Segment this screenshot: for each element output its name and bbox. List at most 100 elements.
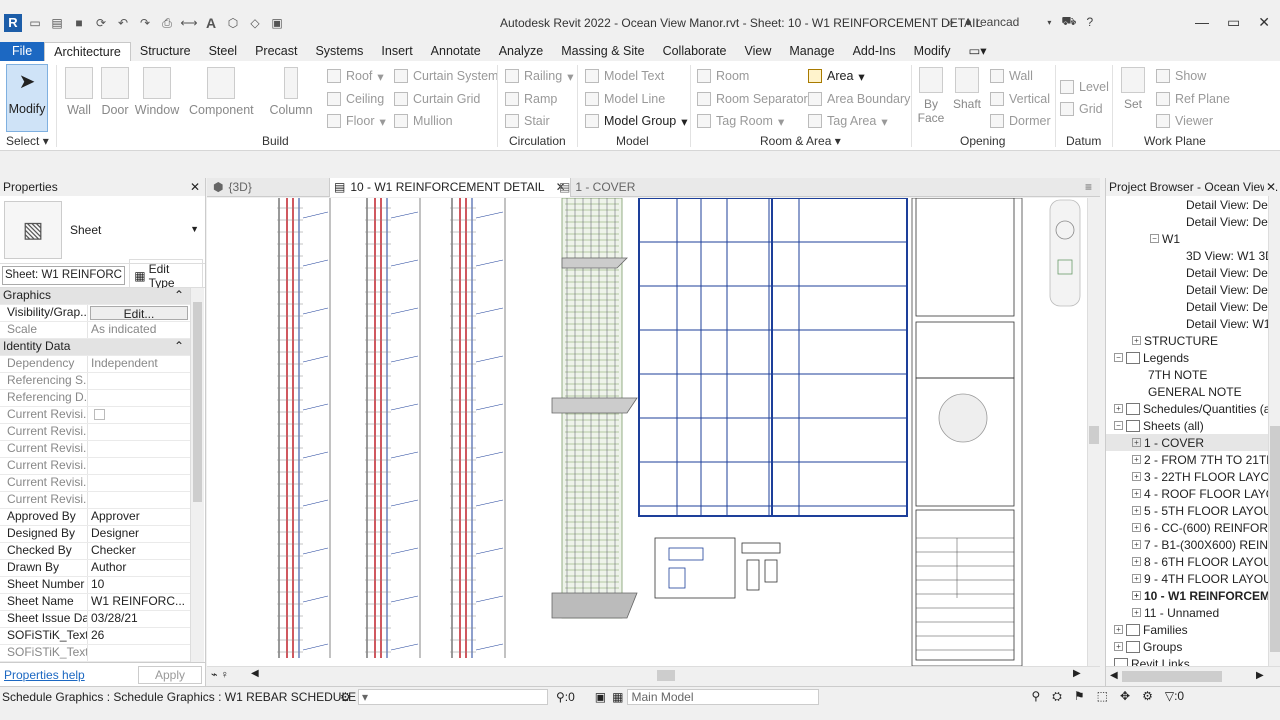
workset-dropdown[interactable]: ▾ bbox=[358, 688, 548, 705]
browser-horizontal-scrollbar[interactable]: ◀ ▶ bbox=[1106, 666, 1280, 686]
group-identity-data[interactable]: Identity Data ⌃ bbox=[0, 339, 190, 356]
3d-view-icon[interactable]: ⬡ bbox=[224, 15, 242, 31]
tag-area-button[interactable]: Tag Area ▾ bbox=[808, 112, 888, 130]
tab-3d-view[interactable]: ⬢ {3D} bbox=[213, 178, 252, 197]
edit-visibility-button[interactable]: Edit... bbox=[90, 306, 188, 320]
expand-icon[interactable]: + bbox=[1132, 540, 1141, 549]
properties-scrollbar[interactable] bbox=[190, 288, 204, 662]
drag-elements-icon[interactable]: ✥ bbox=[1120, 689, 1130, 704]
door-button[interactable]: Door bbox=[92, 65, 138, 133]
prop-value[interactable] bbox=[88, 475, 190, 491]
tree-item[interactable]: +10 - W1 REINFORCEMENT bbox=[1106, 587, 1280, 604]
mullion-button[interactable]: Mullion bbox=[394, 112, 453, 130]
tree-item[interactable]: Detail View: Deta bbox=[1106, 281, 1278, 298]
properties-help-link[interactable]: Properties help bbox=[4, 668, 85, 682]
stair-button[interactable]: Stair bbox=[505, 112, 550, 130]
print-icon[interactable]: ⎙ bbox=[158, 15, 176, 31]
canvas-vertical-scrollbar[interactable] bbox=[1087, 198, 1100, 666]
select-links-icon[interactable]: ⚲ bbox=[1031, 689, 1040, 704]
prop-value[interactable] bbox=[88, 441, 190, 457]
open-folder-icon[interactable]: ▤ bbox=[48, 15, 66, 31]
tree-item[interactable]: − Sheets (all) bbox=[1106, 417, 1268, 434]
tree-item[interactable]: Detail View: Deta bbox=[1106, 196, 1278, 213]
ramp-button[interactable]: Ramp bbox=[505, 90, 557, 108]
drawing-area[interactable] bbox=[207, 198, 1100, 666]
prop-value[interactable]: Designer bbox=[88, 526, 190, 542]
close-icon[interactable]: ✕ bbox=[1263, 178, 1276, 196]
room-button[interactable]: Room bbox=[697, 67, 749, 85]
prop-value[interactable] bbox=[88, 645, 190, 661]
modify-button[interactable]: ➤ Modify bbox=[6, 64, 48, 132]
show-button[interactable]: Show bbox=[1156, 67, 1206, 85]
expand-icon[interactable]: + bbox=[1132, 523, 1141, 532]
roof-button[interactable]: Roof ▾ bbox=[327, 67, 384, 85]
tree-item[interactable]: − W1 bbox=[1106, 230, 1268, 247]
tab-list-icon[interactable]: ≡ bbox=[1085, 178, 1092, 197]
opening-wall-button[interactable]: Wall bbox=[990, 67, 1033, 85]
expand-icon[interactable]: + bbox=[1114, 642, 1123, 651]
select-by-face-icon[interactable]: ⬚ bbox=[1097, 689, 1108, 704]
tree-item[interactable]: 7TH NOTE bbox=[1106, 366, 1268, 383]
prop-value[interactable]: Approver bbox=[88, 509, 190, 525]
floor-button[interactable]: Floor ▾ bbox=[327, 112, 386, 130]
tree-item[interactable]: +8 - 6TH FLOOR LAYOUT bbox=[1106, 553, 1279, 570]
ribbon-options-icon[interactable]: ▭▾ bbox=[960, 42, 996, 61]
section-icon[interactable]: ◇ bbox=[246, 15, 264, 31]
component-button[interactable]: Component bbox=[189, 65, 254, 133]
ceiling-button[interactable]: Ceiling bbox=[327, 90, 384, 108]
undo-icon[interactable]: ↶ bbox=[114, 15, 132, 31]
column-button[interactable]: Column bbox=[268, 65, 314, 133]
prop-value[interactable]: Independent bbox=[88, 356, 190, 372]
expand-icon[interactable]: + bbox=[1132, 472, 1141, 481]
close-icon[interactable]: ✕ bbox=[190, 178, 200, 196]
view-scale-icon[interactable]: ⌁ ♀ bbox=[211, 668, 229, 681]
collapse-icon[interactable]: − bbox=[1114, 421, 1123, 430]
prop-value[interactable]: W1 REINFORC... bbox=[88, 594, 190, 610]
expand-icon[interactable]: + bbox=[1132, 574, 1141, 583]
expand-icon[interactable]: + bbox=[1132, 506, 1141, 515]
tab-annotate[interactable]: Annotate bbox=[422, 42, 490, 61]
tree-item[interactable]: + Groups bbox=[1106, 638, 1268, 655]
instance-filter-dropdown[interactable]: Sheet: W1 REINFORC bbox=[2, 266, 126, 285]
tree-item[interactable]: − Legends bbox=[1106, 349, 1268, 366]
group-graphics[interactable]: Graphics ⌃ bbox=[0, 288, 190, 305]
apply-button[interactable]: Apply bbox=[138, 665, 202, 684]
background-process-icon[interactable]: ⚙ bbox=[1142, 689, 1153, 704]
tab-analyze[interactable]: Analyze bbox=[490, 42, 552, 61]
design-options-icon[interactable]: ▣ bbox=[595, 690, 606, 704]
tree-item[interactable]: Detail View: W1 bbox=[1106, 315, 1270, 332]
cart-icon[interactable]: ⛟ bbox=[1061, 14, 1076, 30]
scroll-right-icon[interactable]: ▶ bbox=[1073, 668, 1081, 679]
grid-button[interactable]: Grid bbox=[1060, 100, 1103, 118]
room-area-panel-label[interactable]: Room & Area ▾ bbox=[760, 134, 841, 148]
tree-item[interactable]: Detail View: Deta bbox=[1106, 264, 1278, 281]
close-icon[interactable]: ✕ bbox=[1258, 14, 1270, 31]
prop-value[interactable] bbox=[88, 492, 190, 508]
tab-manage[interactable]: Manage bbox=[780, 42, 843, 61]
set-button[interactable]: Set bbox=[1116, 65, 1150, 133]
maximize-icon[interactable]: ▭ bbox=[1227, 14, 1240, 31]
tree-item[interactable]: +11 - Unnamed bbox=[1106, 604, 1268, 621]
model-group-button[interactable]: Model Group ▾ bbox=[585, 112, 688, 130]
help-icon[interactable]: ? bbox=[1086, 15, 1093, 29]
vertical-button[interactable]: Vertical bbox=[990, 90, 1050, 108]
text-icon[interactable]: A bbox=[202, 15, 220, 31]
model-text-button[interactable]: Model Text bbox=[585, 67, 664, 85]
tree-item[interactable]: + STRUCTURE bbox=[1106, 332, 1268, 349]
prop-value[interactable] bbox=[88, 407, 190, 423]
tab-modify[interactable]: Modify bbox=[905, 42, 960, 61]
tab-architecture[interactable]: Architecture bbox=[44, 42, 131, 61]
user-account[interactable]: ● reancad ▾ bbox=[965, 15, 1052, 29]
tree-item[interactable]: +1 - COVER bbox=[1106, 434, 1268, 451]
prop-value[interactable]: 26 bbox=[88, 628, 190, 644]
new-file-icon[interactable]: ▭ bbox=[26, 15, 44, 31]
checkbox[interactable] bbox=[94, 409, 105, 420]
tag-room-button[interactable]: Tag Room ▾ bbox=[697, 112, 784, 130]
prop-value[interactable]: Author bbox=[88, 560, 190, 576]
editing-requests-icon[interactable]: ⚲ bbox=[556, 690, 565, 704]
tab-view[interactable]: View bbox=[736, 42, 781, 61]
tree-item[interactable]: +4 - ROOF FLOOR LAYOUT bbox=[1106, 485, 1280, 502]
tab-precast[interactable]: Precast bbox=[246, 42, 306, 61]
level-button[interactable]: Level bbox=[1060, 78, 1109, 96]
binoculars-icon[interactable]: ⌕ bbox=[948, 15, 955, 30]
